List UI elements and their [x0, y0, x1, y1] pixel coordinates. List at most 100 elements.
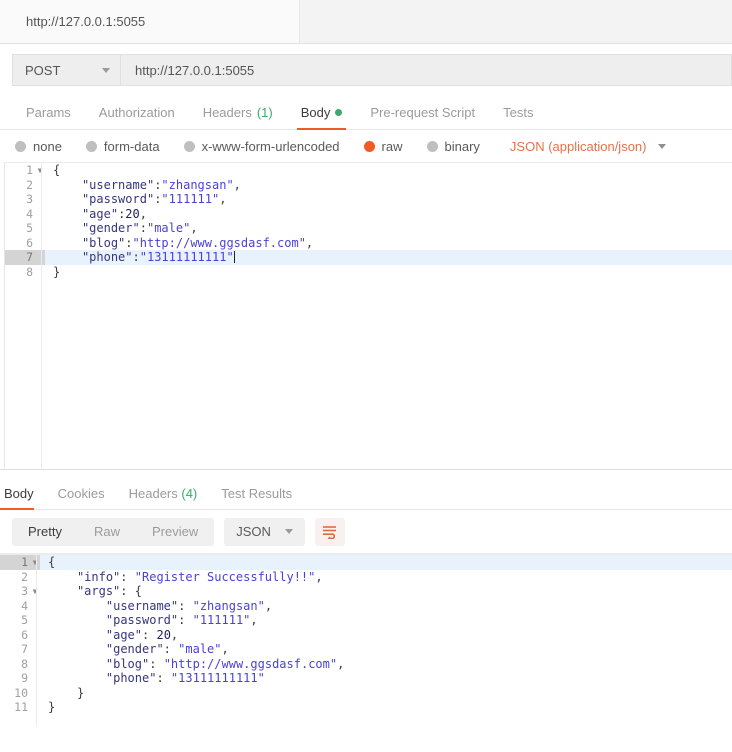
code-text: }: [48, 700, 56, 714]
tab-tests[interactable]: Tests: [489, 105, 547, 129]
line-number: 4: [21, 598, 28, 613]
code-text: "age":20,: [81, 206, 147, 221]
fold-toggle-icon[interactable]: ▼: [30, 555, 40, 570]
request-tab-title: http://127.0.0.1:5055: [26, 14, 146, 29]
code-line[interactable]: 7 "phone":"13111111111": [5, 250, 732, 265]
tab-label: Cookies: [57, 486, 105, 501]
http-method-value: POST: [25, 62, 61, 78]
line-number: 1: [0, 555, 30, 570]
tab-headers[interactable]: Headers (1): [189, 105, 287, 129]
code-line[interactable]: 7 "gender": "male",: [0, 642, 732, 657]
body-type-raw[interactable]: raw: [363, 139, 403, 154]
fold-toggle-icon[interactable]: ▼: [30, 584, 40, 599]
content-type-select[interactable]: JSON (application/json): [510, 139, 667, 154]
request-tab[interactable]: http://127.0.0.1:5055: [0, 0, 300, 43]
chevron-down-icon: [102, 67, 110, 73]
tab-label: Headers: [202, 105, 252, 120]
body-type-label: x-www-form-urlencoded: [201, 138, 340, 154]
request-tab-strip: http://127.0.0.1:5055: [0, 0, 732, 44]
line-number: 11: [14, 700, 28, 714]
code-text: "blog": "http://www.ggsdasf.com",: [105, 656, 345, 671]
http-method-select[interactable]: POST: [12, 54, 120, 86]
code-line[interactable]: 2 "info": "Register Successfully!!",: [0, 570, 732, 585]
code-text: "password": "111111",: [105, 613, 258, 627]
body-modified-dot-icon: [335, 109, 343, 116]
radio-selected-icon: [363, 140, 375, 152]
request-body-editor[interactable]: 1 ▼{2 "username":"zhangsan", 3 "password":…: [4, 162, 732, 469]
fold-toggle-icon[interactable]: ▼: [35, 163, 45, 178]
view-mode-preview[interactable]: Preview: [136, 518, 214, 546]
response-tab-test-results[interactable]: Test Results: [221, 486, 306, 509]
line-number: 5: [26, 221, 33, 235]
line-number: 8: [21, 656, 28, 671]
code-line[interactable]: 8 "blog": "http://www.ggsdasf.com",: [0, 657, 732, 672]
code-line[interactable]: 9 "phone": "13111111111": [0, 671, 732, 686]
panel-splitter[interactable]: [0, 469, 732, 478]
body-type-binary[interactable]: binary: [426, 138, 480, 154]
code-line[interactable]: 6 "age": 20,: [0, 628, 732, 643]
tab-body[interactable]: Body: [287, 105, 357, 130]
request-code-lines: 1 ▼{2 "username":"zhangsan", 3 "password":…: [5, 163, 732, 279]
line-number: 2: [21, 569, 28, 584]
line-number: 1: [26, 163, 33, 177]
url-value: http://127.0.0.1:5055: [135, 62, 255, 78]
view-mode-pretty[interactable]: Pretty: [12, 518, 78, 546]
code-line[interactable]: 3 "password":"111111",: [5, 192, 732, 207]
code-line[interactable]: 2 "username":"zhangsan",: [5, 178, 732, 193]
code-text: "age": 20,: [105, 627, 179, 642]
code-line[interactable]: 5 "gender":"male",: [5, 221, 732, 236]
tab-label: Authorization: [98, 105, 175, 120]
body-type-x-www-form-urlencoded[interactable]: x-www-form-urlencoded: [183, 138, 340, 154]
code-text: "blog":"http://www.ggsdasf.com",: [81, 235, 314, 250]
line-number: 6: [21, 627, 28, 642]
code-line[interactable]: 4 "username": "zhangsan",: [0, 599, 732, 614]
line-number: 10: [14, 685, 28, 700]
body-type-none[interactable]: none: [15, 139, 62, 154]
line-number: 5: [21, 613, 28, 627]
code-line[interactable]: 10 }: [0, 686, 732, 701]
line-number: 8: [26, 264, 33, 279]
response-format-select[interactable]: JSON: [224, 517, 305, 546]
line-number: 4: [26, 206, 33, 221]
code-text: "username":"zhangsan",: [81, 177, 241, 192]
code-line[interactable]: 6 "blog":"http://www.ggsdasf.com",: [5, 236, 732, 251]
body-type-label: binary: [444, 138, 480, 154]
request-section-tabs: Params Authorization Headers (1) Body Pr…: [0, 96, 732, 130]
code-text: "username": "zhangsan",: [105, 598, 273, 613]
response-tab-cookies[interactable]: Cookies: [58, 486, 119, 509]
response-body-editor[interactable]: 1 ▼{2 "info": "Register Successfully!!", 3…: [0, 554, 732, 726]
code-line[interactable]: 3 ▼ "args": {: [0, 584, 732, 599]
tab-authorization[interactable]: Authorization: [85, 105, 189, 129]
response-format-value: JSON: [236, 524, 271, 539]
code-line[interactable]: 8}: [5, 265, 732, 280]
word-wrap-button[interactable]: [314, 517, 345, 546]
radio-icon: [426, 140, 438, 152]
tab-params[interactable]: Params: [12, 105, 85, 129]
code-line[interactable]: 1 ▼ {: [5, 163, 732, 178]
code-line[interactable]: 4 "age":20,: [5, 207, 732, 222]
view-mode-raw[interactable]: Raw: [78, 518, 136, 546]
line-number: 3: [26, 192, 33, 206]
url-input[interactable]: http://127.0.0.1:5055: [120, 54, 732, 86]
body-type-form-data[interactable]: form-data: [85, 139, 160, 154]
code-line[interactable]: 1 ▼ {: [0, 555, 732, 570]
tab-pre-request-script[interactable]: Pre-request Script: [356, 105, 489, 129]
code-line[interactable]: 11}: [0, 700, 732, 715]
radio-icon: [183, 140, 195, 152]
url-bar: POST http://127.0.0.1:5055: [0, 44, 732, 96]
line-number: 2: [26, 177, 33, 192]
response-tab-body[interactable]: Body: [0, 486, 48, 510]
response-tab-headers[interactable]: Headers (4): [129, 486, 212, 509]
code-line[interactable]: 5 "password": "111111",: [0, 613, 732, 628]
code-text: "phone":"13111111111": [81, 250, 235, 264]
response-view-mode-group: Pretty Raw Preview: [12, 517, 215, 546]
gutter-divider: [41, 163, 42, 469]
